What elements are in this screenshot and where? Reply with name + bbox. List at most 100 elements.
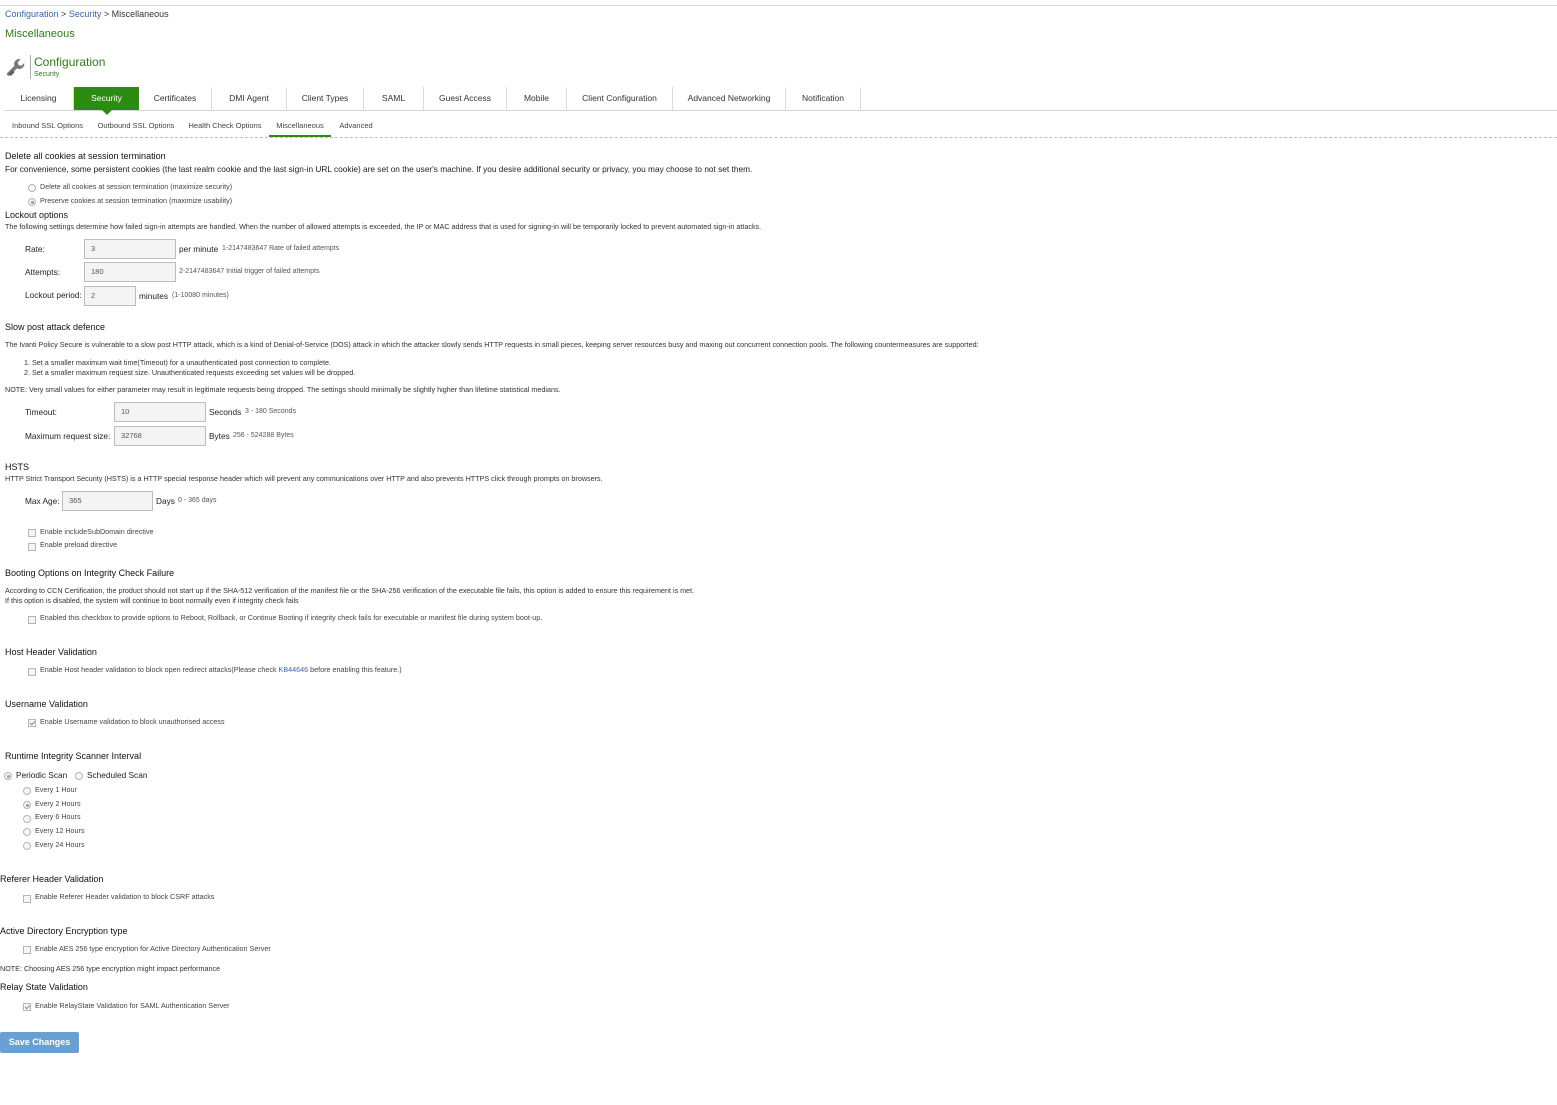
rate-input[interactable]: 3 (84, 239, 176, 259)
attempts-input[interactable]: 180 (84, 262, 176, 282)
aes256-note: NOTE: Choosing AES 256 type encryption m… (0, 964, 221, 973)
interval-12h-label: Every 12 Hours (35, 826, 85, 835)
integrity-check-label: Enabled this checkbox to provide options… (40, 613, 543, 622)
integrity-check-checkbox[interactable] (28, 616, 36, 624)
lockout-period-unit: minutes (139, 291, 169, 301)
tab-mobile[interactable]: Mobile (507, 87, 567, 110)
lockout-period-label: Lockout period: (25, 290, 82, 300)
tab-notification[interactable]: Notification (786, 87, 861, 110)
runtime-heading: Runtime Integrity Scanner Interval (5, 751, 142, 761)
lockout-period-input[interactable]: 2 (84, 286, 136, 306)
referer-heading: Referer Header Validation (0, 874, 104, 884)
breadcrumb-security[interactable]: Security (69, 9, 102, 19)
hsts-description: HTTP Strict Transport Security (HSTS) is… (5, 474, 603, 483)
tab-client-configuration[interactable]: Client Configuration (567, 87, 673, 110)
cookies-delete-radio[interactable] (28, 184, 36, 192)
preload-checkbox[interactable] (28, 543, 36, 551)
booting-description: According to CCN Certification, the prod… (5, 586, 695, 595)
top-border (0, 5, 1557, 6)
host-header-label: Enable Host header validation to block o… (40, 665, 402, 674)
interval-24h-label: Every 24 Hours (35, 840, 85, 849)
include-subdomain-label: Enable includeSubDomain directive (40, 527, 154, 536)
max-request-size-label: Maximum request size: (25, 431, 111, 441)
kb-link[interactable]: KB44646 (279, 665, 309, 674)
tab-security[interactable]: Security (74, 87, 139, 115)
slowpost-item: 2. Set a smaller maximum request size. U… (24, 368, 356, 377)
save-changes-button[interactable]: Save Changes (0, 1032, 79, 1053)
slowpost-item: 1. Set a smaller maximum wait time(Timeo… (24, 358, 331, 367)
host-header-checkbox[interactable] (28, 668, 36, 676)
aes256-checkbox[interactable] (23, 946, 31, 954)
breadcrumb-separator: > (101, 9, 112, 19)
interval-2h-label: Every 2 Hours (35, 799, 81, 808)
subtab-advanced[interactable]: Advanced (338, 121, 374, 137)
hostheader-heading: Host Header Validation (5, 647, 97, 657)
host-header-label-text: Enable Host header validation to block o… (40, 665, 232, 674)
max-request-size-hint: 256 - 524288 Bytes (233, 432, 294, 439)
aes256-label: Enable AES 256 type encryption for Activ… (35, 944, 271, 953)
max-request-size-input[interactable]: 32768 (114, 426, 206, 446)
sub-tabs: Inbound SSL Options Outbound SSL Options… (0, 118, 1557, 138)
periodic-scan-radio[interactable] (4, 772, 12, 780)
tab-dmi-agent[interactable]: DMI Agent (212, 87, 287, 110)
tab-client-types[interactable]: Client Types (287, 87, 364, 110)
slowpost-note: NOTE: Very small values for either param… (5, 385, 561, 394)
tab-advanced-networking[interactable]: Advanced Networking (673, 87, 786, 110)
rate-unit: per minute (179, 244, 219, 254)
max-age-hint: 0 - 365 days (178, 497, 217, 504)
breadcrumb-separator: > (58, 9, 69, 19)
lockout-description: The following settings determine how fai… (5, 222, 762, 231)
interval-1h-label: Every 1 Hour (35, 785, 77, 794)
relaystate-label: Enable RelayState Validation for SAML Au… (35, 1001, 230, 1010)
interval-2h-radio[interactable] (23, 801, 31, 809)
subtab-inbound-ssl-options[interactable]: Inbound SSL Options (12, 121, 83, 137)
cookies-preserve-radio[interactable] (28, 198, 36, 206)
preload-label: Enable preload directive (40, 540, 118, 549)
username-heading: Username Validation (5, 699, 88, 709)
timeout-unit: Seconds (209, 407, 242, 417)
attempts-hint: 2-2147483647 Initial trigger of failed a… (179, 268, 320, 275)
subtab-health-check-options[interactable]: Health Check Options (188, 121, 262, 137)
page-title: Miscellaneous (5, 28, 75, 40)
hsts-heading: HSTS (5, 462, 30, 472)
cookies-delete-label: Delete all cookies at session terminatio… (40, 182, 233, 191)
slowpost-description: The Ivanti Policy Secure is vulnerable t… (5, 340, 979, 349)
timeout-input[interactable]: 10 (114, 402, 206, 422)
slowpost-heading: Slow post attack defence (5, 322, 106, 332)
cookies-description: For convenience, some persistent cookies… (5, 164, 753, 174)
breadcrumb: Configuration > Security > Miscellaneous (5, 9, 169, 19)
interval-6h-label: Every 6 Hours (35, 812, 81, 821)
subtab-outbound-ssl-options[interactable]: Outbound SSL Options (97, 121, 175, 137)
attempts-label: Attempts: (25, 267, 61, 277)
scheduled-scan-radio[interactable] (75, 772, 83, 780)
max-age-label: Max Age: (25, 496, 60, 506)
username-validation-label: Enable Username validation to block unau… (40, 717, 225, 726)
host-header-hint-prefix: (Please check (231, 665, 279, 674)
breadcrumb-current: Miscellaneous (111, 9, 169, 19)
cookies-preserve-label: Preserve cookies at session termination … (40, 196, 233, 205)
include-subdomain-checkbox[interactable] (28, 529, 36, 537)
referer-validation-checkbox[interactable] (23, 895, 31, 903)
interval-24h-radio[interactable] (23, 842, 31, 850)
interval-6h-radio[interactable] (23, 815, 31, 823)
tab-saml[interactable]: SAML (364, 87, 424, 110)
host-header-hint-suffix: before enabling this feature.) (308, 665, 402, 674)
timeout-label: Timeout: (25, 407, 57, 417)
breadcrumb-configuration[interactable]: Configuration (5, 9, 59, 19)
tab-licensing[interactable]: Licensing (4, 87, 74, 110)
wrench-icon (5, 57, 27, 79)
subtab-miscellaneous[interactable]: Miscellaneous (269, 121, 331, 137)
relaystate-checkbox[interactable] (23, 1003, 31, 1011)
header-divider (30, 55, 31, 79)
timeout-hint: 3 - 180 Seconds (245, 408, 296, 415)
username-validation-checkbox[interactable] (28, 719, 36, 727)
interval-1h-radio[interactable] (23, 787, 31, 795)
max-age-input[interactable]: 365 (62, 491, 153, 511)
tab-certificates[interactable]: Certificates (139, 87, 212, 110)
interval-12h-radio[interactable] (23, 828, 31, 836)
booting-description-disabled: If this option is disabled, the system w… (5, 596, 299, 605)
tab-guest-access[interactable]: Guest Access (424, 87, 507, 110)
config-title: Configuration (34, 55, 106, 69)
main-tabs: Licensing Security Certificates DMI Agen… (4, 87, 1557, 115)
cookies-heading: Delete all cookies at session terminatio… (5, 151, 166, 161)
